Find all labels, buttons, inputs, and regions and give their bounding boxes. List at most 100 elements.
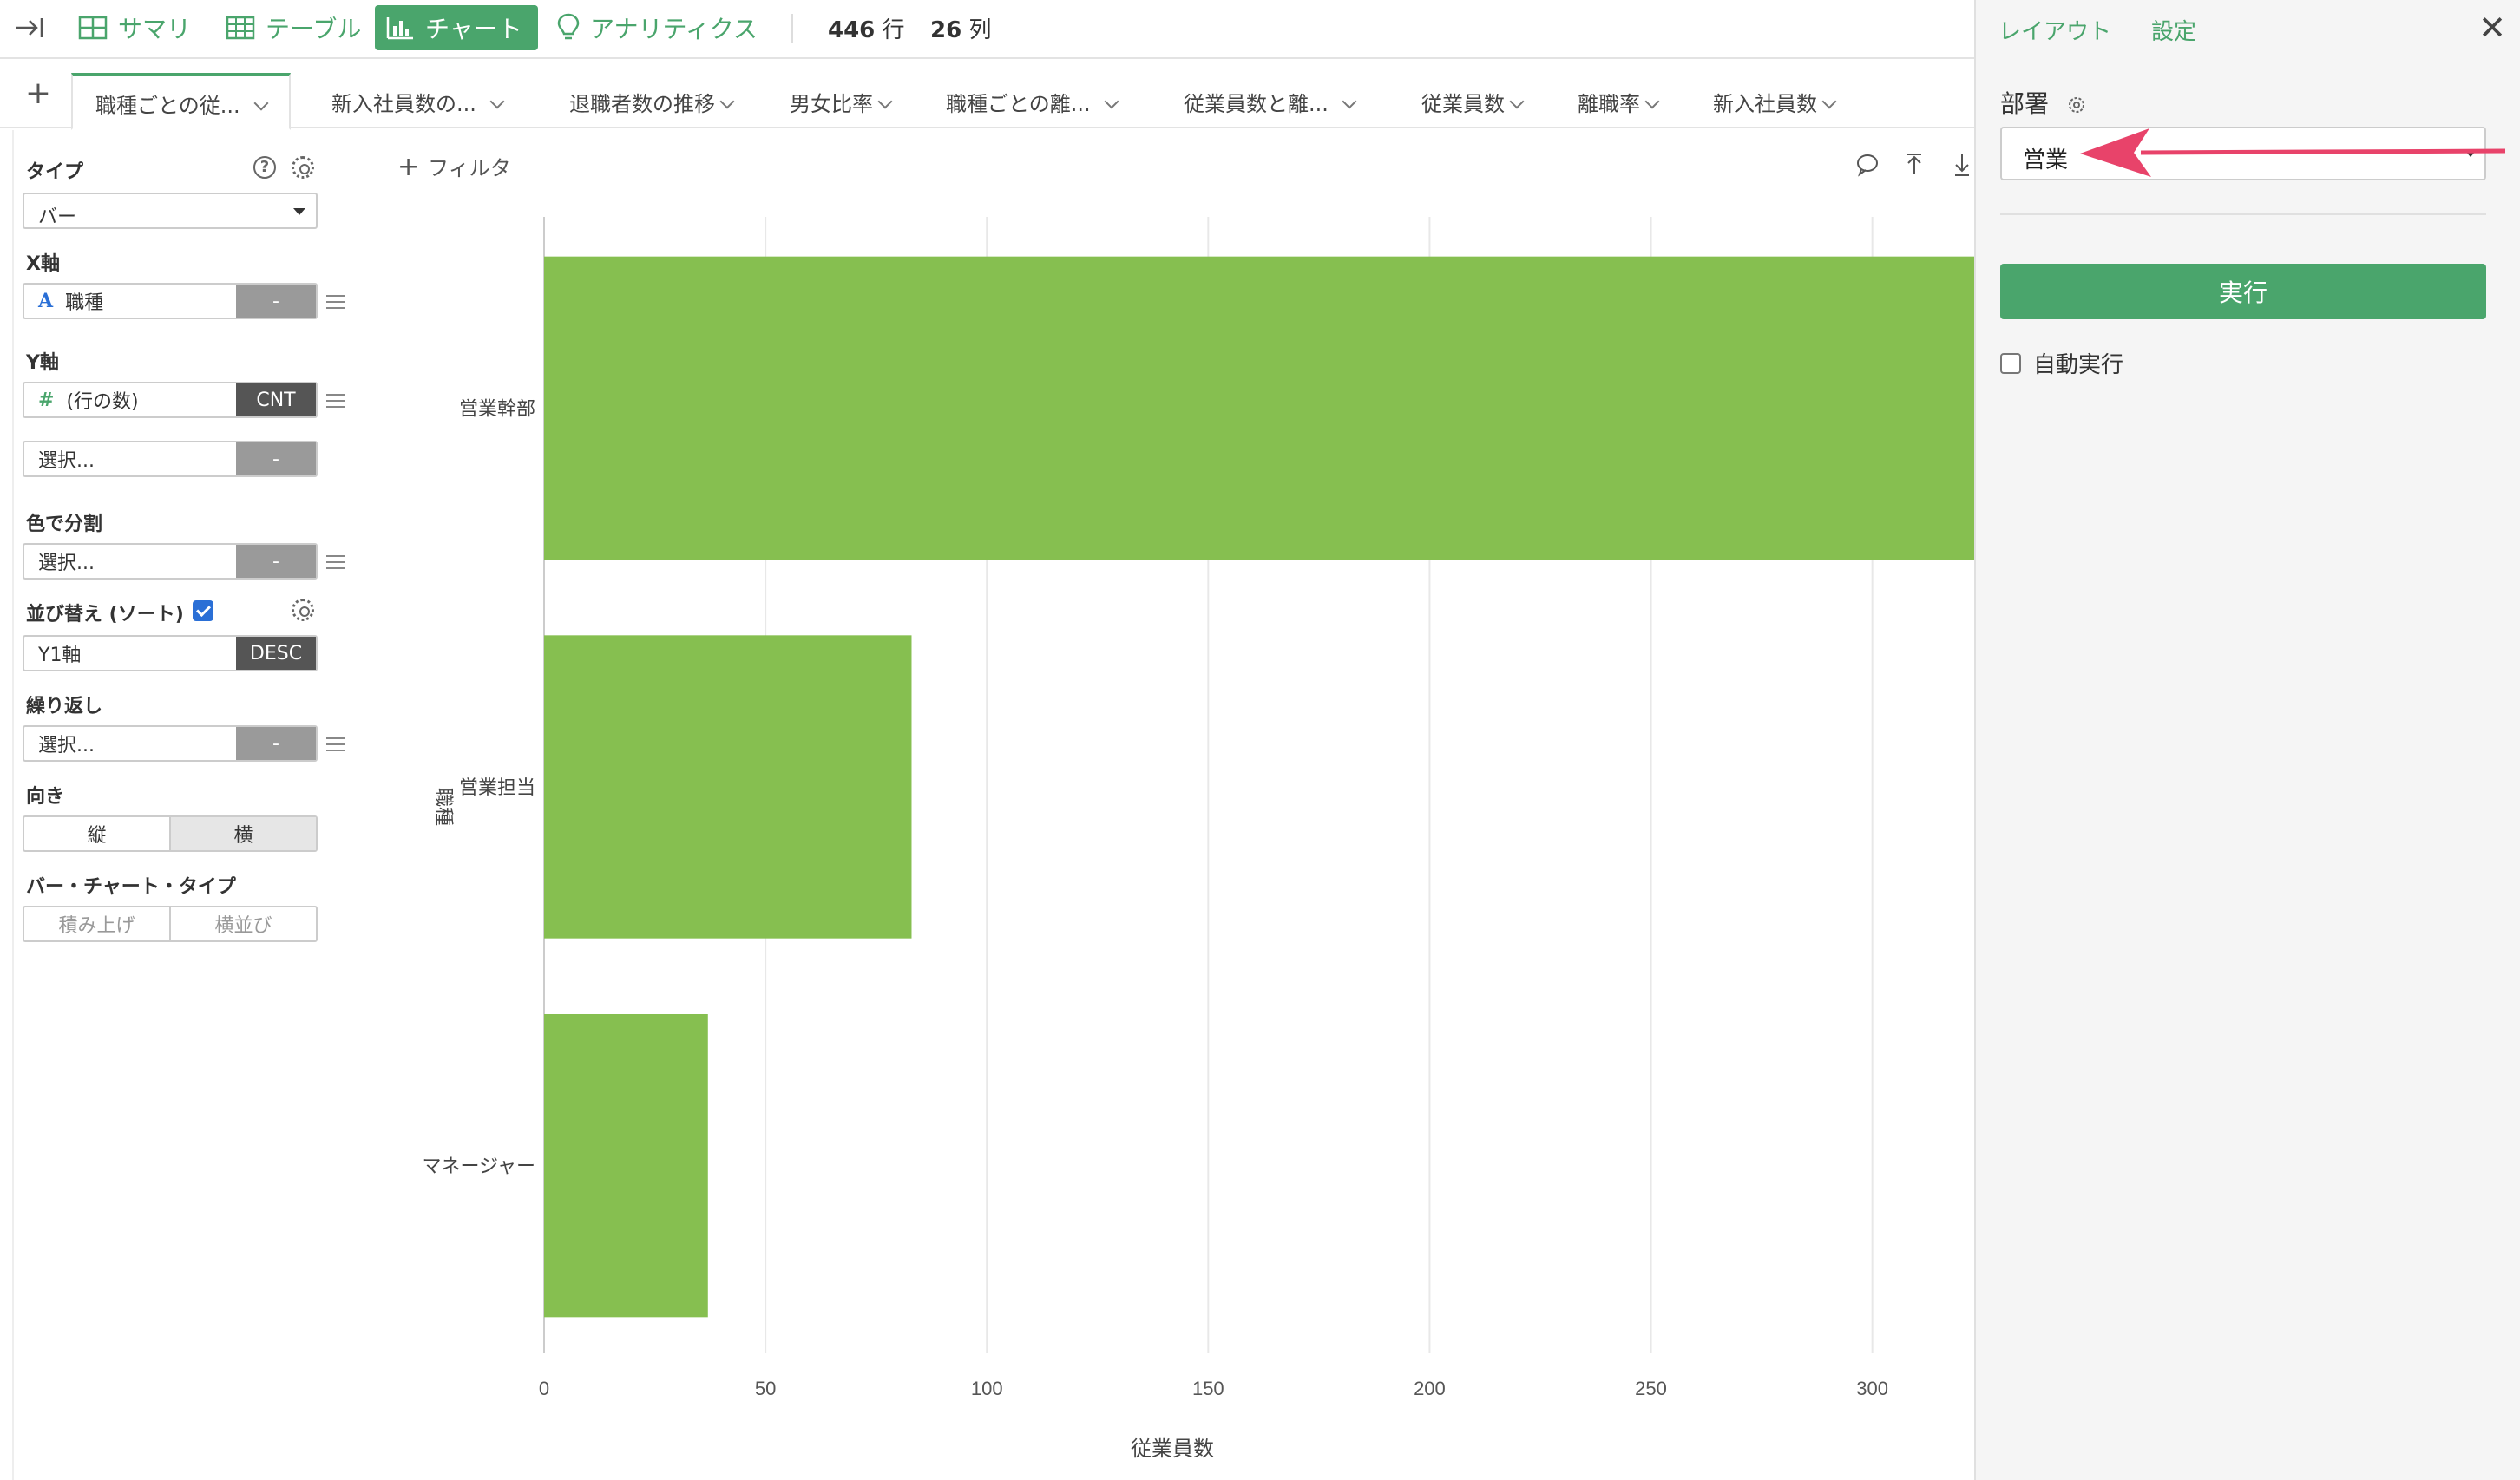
chevron-down-icon[interactable] xyxy=(1104,94,1119,109)
orientation-label: 向き xyxy=(26,786,65,808)
orientation-vertical-option[interactable]: 縦 xyxy=(24,817,169,850)
chart-tab-label: 従業員数 xyxy=(1421,92,1505,116)
tab-table-label: テーブル xyxy=(266,15,362,43)
orientation-toggle: 縦 横 xyxy=(23,815,318,852)
x-tick-label: 300 xyxy=(1856,1378,1888,1399)
orientation-horizontal-option[interactable]: 横 xyxy=(169,817,316,850)
menu-icon[interactable] xyxy=(326,555,345,569)
chart-tab-label: 職種ごとの離... xyxy=(946,92,1091,116)
color-split-button[interactable]: - xyxy=(236,545,316,578)
department-select-value: 営業 xyxy=(2023,147,2069,174)
chart-tab-label: 職種ごとの従... xyxy=(95,94,240,118)
chevron-down-icon[interactable] xyxy=(1509,94,1525,109)
gear-icon[interactable] xyxy=(2067,95,2086,115)
x-axis-field[interactable]: A 職種 - xyxy=(23,283,318,319)
chart-tab[interactable]: 従業員数と離... xyxy=(1184,75,1357,128)
sort-direction-button[interactable]: DESC xyxy=(236,637,316,670)
row-count-unit: 行 xyxy=(882,17,905,43)
chevron-down-icon[interactable] xyxy=(719,94,735,109)
column-count-value: 26 xyxy=(930,17,962,43)
chart-tab[interactable]: 新入社員数 xyxy=(1713,75,1837,128)
bar xyxy=(544,256,1974,560)
menu-icon[interactable] xyxy=(326,737,345,751)
column-count-unit: 列 xyxy=(968,17,992,43)
y-axis-aggregate-button[interactable]: CNT xyxy=(236,383,316,416)
chevron-down-icon[interactable] xyxy=(1644,94,1660,109)
bar-chart-type-label: バー・チャート・タイプ xyxy=(26,876,236,898)
bar-type-side-by-side-option[interactable]: 横並び xyxy=(169,907,316,940)
auto-run-checkbox[interactable] xyxy=(2000,352,2021,374)
color-split-value: 選択... xyxy=(38,553,95,574)
chart-tabs: + 職種ごとの従... 新入社員数の... 退職者数の推移 男女比率 職種ごとの… xyxy=(0,61,1974,130)
y-axis-field[interactable]: # (行の数) CNT xyxy=(23,382,318,418)
x-axis-value: 職種 xyxy=(65,292,104,314)
chevron-down-icon[interactable] xyxy=(877,94,893,109)
caret-down-icon xyxy=(293,208,305,215)
grid-icon xyxy=(78,16,108,40)
tab-summary[interactable]: サマリ xyxy=(68,5,201,50)
tab-table[interactable]: テーブル xyxy=(215,5,371,50)
menu-icon[interactable] xyxy=(326,394,345,408)
chart-tab-label: 新入社員数の... xyxy=(331,92,476,116)
sort-checkbox[interactable] xyxy=(193,600,213,621)
x-tick-label: 250 xyxy=(1635,1378,1667,1399)
download-icon[interactable] xyxy=(1951,153,1973,177)
repeat-button[interactable]: - xyxy=(236,727,316,760)
x-tick-label: 50 xyxy=(755,1378,776,1399)
y2-axis-field[interactable]: 選択... - xyxy=(23,441,318,477)
bar xyxy=(544,1014,708,1318)
chart-tab[interactable]: 退職者数の推移 xyxy=(569,75,735,128)
chevron-down-icon[interactable] xyxy=(1342,94,1357,109)
column-count: 26 列 xyxy=(930,12,991,44)
chevron-down-icon[interactable] xyxy=(253,95,269,111)
filter-label: フィルタ xyxy=(428,156,511,180)
chart-tab[interactable]: 職種ごとの従... xyxy=(71,73,291,130)
repeat-label: 繰り返し xyxy=(26,696,103,717)
tab-analytics[interactable]: アナリティクス xyxy=(547,5,768,50)
category-label: マネージャー xyxy=(423,1156,535,1178)
upload-icon[interactable] xyxy=(1902,153,1926,177)
chart-tab[interactable]: 新入社員数の... xyxy=(331,75,505,128)
help-icon[interactable]: ? xyxy=(253,156,276,179)
chart-tab[interactable]: 従業員数 xyxy=(1421,75,1525,128)
chart-type-value: バー xyxy=(38,206,77,228)
department-param-label-text: 部署 xyxy=(2000,89,2050,118)
chart-tab-label: 離職率 xyxy=(1578,92,1640,116)
x-axis-title: 従業員数 xyxy=(1131,1437,1214,1461)
type-label: タイプ xyxy=(26,161,84,183)
x-axis-aggregate-button[interactable]: - xyxy=(236,285,316,318)
chart-tab[interactable]: 職種ごとの離... xyxy=(946,75,1119,128)
close-icon[interactable]: ✕ xyxy=(2478,9,2506,47)
y2-axis-aggregate-button[interactable]: - xyxy=(236,442,316,475)
collapse-sidebar-button[interactable] xyxy=(3,5,56,50)
panel-divider xyxy=(2000,213,2486,215)
y2-axis-value: 選択... xyxy=(38,450,95,472)
layout-link[interactable]: レイアウト xyxy=(1998,14,2111,46)
bar xyxy=(544,635,912,939)
annotation-arrow-icon xyxy=(2080,128,2506,177)
tab-chart[interactable]: チャート xyxy=(375,5,538,50)
menu-icon[interactable] xyxy=(326,295,345,309)
gear-icon[interactable] xyxy=(292,156,314,179)
run-button[interactable]: 実行 xyxy=(2000,264,2486,319)
add-tab-button[interactable]: + xyxy=(21,76,56,111)
settings-link[interactable]: 設定 xyxy=(2151,14,2196,46)
bar-type-stacked-option[interactable]: 積み上げ xyxy=(24,907,169,940)
bar-chart-type-toggle: 積み上げ 横並び xyxy=(23,906,318,942)
chart-type-select[interactable]: バー xyxy=(23,193,318,229)
comment-icon[interactable] xyxy=(1855,153,1880,177)
chart-tab[interactable]: 男女比率 xyxy=(790,75,893,128)
chevron-down-icon[interactable] xyxy=(1821,94,1837,109)
auto-run-option[interactable]: 自動実行 xyxy=(2000,347,2123,379)
color-split-field[interactable]: 選択... - xyxy=(23,543,318,580)
sort-field[interactable]: Y1軸 DESC xyxy=(23,635,318,671)
sort-value: Y1軸 xyxy=(38,645,82,666)
add-filter-button[interactable]: + フィルタ xyxy=(397,151,511,182)
chevron-down-icon[interactable] xyxy=(489,94,505,109)
number-type-icon: # xyxy=(38,389,55,411)
gear-icon[interactable] xyxy=(292,599,314,621)
sort-label: 並び替え (ソート) xyxy=(26,604,184,625)
chart-tab[interactable]: 離職率 xyxy=(1578,75,1660,128)
x-tick-label: 100 xyxy=(971,1378,1003,1399)
repeat-field[interactable]: 選択... - xyxy=(23,725,318,762)
